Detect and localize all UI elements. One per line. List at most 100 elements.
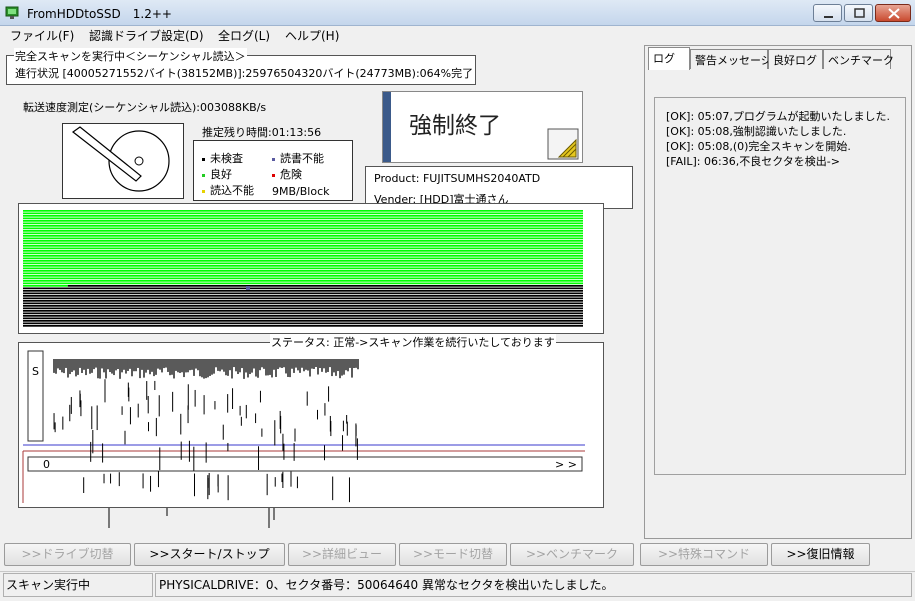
graph-overflow-ticks [108, 508, 275, 528]
map-row-scanned [23, 220, 583, 222]
status-bar-state: スキャン実行中 [3, 573, 153, 597]
title-bar: FromHDDtoSSD 1.2++ [0, 0, 915, 26]
status-graph: S 0 > > [18, 342, 604, 508]
map-row-scanned [23, 262, 583, 265]
force-quit-accent [383, 92, 391, 162]
close-button[interactable] [875, 4, 911, 22]
status-title: ステータス: 正常->スキャン作業を続行いたしております [270, 334, 556, 350]
tab-benchmark[interactable]: ベンチマーク [823, 49, 894, 69]
map-row-unscanned [23, 320, 583, 322]
graph-axis-start: 0 [43, 458, 50, 471]
log-line: [OK]: 05:07,プログラムが起動いたしました. [666, 110, 891, 123]
scan-title: 完全スキャンを実行中＜シーケンシャル読込＞ [14, 48, 247, 64]
tab-warnings[interactable]: 警告メッセージ [690, 49, 772, 69]
mode-switch-button[interactable]: >>モード切替 [399, 543, 507, 566]
map-row-scanned [23, 225, 583, 227]
start-stop-button[interactable]: >>スタート/ストップ [134, 543, 285, 566]
map-row-scanned [23, 240, 583, 242]
map-row-scanned [23, 282, 583, 285]
map-row-unscanned [23, 315, 583, 317]
map-row-unscanned [23, 287, 583, 290]
menu-file[interactable]: ファイル(F) [8, 27, 76, 44]
menu-help[interactable]: ヘルプ(H) [283, 27, 341, 44]
map-row-scanned [23, 245, 583, 247]
graph-axis-end: > > [555, 458, 577, 471]
map-row-scanned [23, 210, 583, 212]
map-row-scanned [23, 227, 583, 230]
legend-dot-icon [272, 173, 275, 177]
map-row-scanned [23, 257, 583, 260]
map-row-scanned [23, 247, 583, 250]
legend-danger: 危険 [272, 166, 302, 182]
legend-dot-icon [202, 157, 205, 161]
map-row-unscanned [23, 292, 583, 295]
force-quit-label: 強制終了 [409, 113, 501, 139]
log-line: [FAIL]: 06:36,不良セクタを検出-> [666, 155, 840, 168]
legend-unchecked: 未検査 [202, 150, 243, 166]
maximize-icon [854, 8, 865, 18]
log-list: [OK]: 05:07,プログラムが起動いたしました. [OK]: 05:08,… [654, 97, 906, 475]
minimize-icon [824, 16, 833, 18]
sector-map-canvas [23, 210, 584, 327]
map-row-scanned [23, 272, 583, 275]
hdd-icon [71, 126, 170, 192]
window-title: FromHDDtoSSD 1.2++ [27, 7, 172, 21]
map-row-scanned [23, 255, 583, 257]
map-row-scanned [23, 237, 583, 240]
legend-block-size: 9MB/Block [272, 185, 330, 198]
benchmark-button[interactable]: >>ベンチマーク [510, 543, 634, 566]
log-line: [OK]: 05:08,強制認識いたしました. [666, 125, 847, 138]
map-row-unscanned [23, 307, 583, 310]
map-row-scanned [23, 235, 583, 237]
tab-good-log[interactable]: 良好ログ [768, 49, 823, 69]
drive-switch-button[interactable]: >>ドライブ切替 [4, 543, 131, 566]
restore-info-button[interactable]: >>復旧情報 [771, 543, 870, 566]
map-row-scanned [23, 230, 583, 232]
sector-map [18, 203, 604, 334]
map-row-unscanned [23, 305, 583, 307]
status-bar-message: PHYSICALDRIVE：0、セクタ番号：50064640 異常なセクタを検出… [155, 573, 912, 597]
menu-drive-settings[interactable]: 認識ドライブ設定(D) [87, 27, 206, 44]
progress-text: 進行状況 [40005271552バイト(38152MB)]:259765043… [15, 67, 474, 80]
map-row-scanned [23, 232, 583, 235]
map-row-unscanned [23, 310, 583, 312]
map-row-unscanned [67, 285, 584, 287]
graph-s-label: S [32, 365, 39, 378]
map-row-unscanned [23, 290, 583, 292]
map-row-scanned [23, 285, 68, 287]
map-row-unscanned [23, 312, 583, 315]
map-row-unscanned [23, 297, 583, 300]
app-icon [5, 6, 19, 19]
map-row-unscanned [23, 317, 583, 320]
log-line: [OK]: 05:08,(0)完全スキャンを開始. [666, 140, 851, 153]
map-row-scanned [23, 275, 583, 277]
hdd-illustration [62, 123, 184, 199]
resize-grip-icon [547, 128, 579, 160]
map-row-scanned [23, 215, 583, 217]
map-row-scanned [23, 252, 583, 255]
map-row-unscanned [23, 302, 583, 305]
close-icon [888, 8, 900, 19]
tab-log[interactable]: ログ [648, 47, 690, 70]
detail-view-button[interactable]: >>詳細ビュー [288, 543, 396, 566]
remaining-time: 推定残り時間:01:13:56 [202, 126, 322, 139]
legend-unreadable-write: 読書不能 [272, 150, 324, 166]
map-row-scanned [23, 260, 583, 262]
maximize-button[interactable] [844, 4, 873, 22]
legend-unreadable: 読込不能 [202, 182, 254, 198]
map-row-scanned [23, 277, 583, 280]
map-row-scanned [23, 267, 583, 270]
menu-all-log[interactable]: 全ログ(L) [216, 27, 272, 44]
special-command-button[interactable]: >>特殊コマンド [640, 543, 768, 566]
map-row-unscanned [23, 322, 583, 325]
map-row-unscanned [23, 300, 583, 302]
legend-good: 良好 [202, 166, 232, 182]
minimize-button[interactable] [813, 4, 842, 22]
map-row-scanned [23, 250, 583, 252]
map-row-scanned [23, 280, 583, 282]
menu-bar: ファイル(F) 認識ドライブ設定(D) 全ログ(L) ヘルプ(H) [0, 26, 915, 45]
map-row-scanned [23, 217, 583, 220]
map-legend: 未検査 読書不能 良好 危険 読込不能 9MB/Block [193, 140, 353, 201]
map-row-scanned [23, 270, 583, 272]
map-row-scanned [23, 242, 583, 245]
